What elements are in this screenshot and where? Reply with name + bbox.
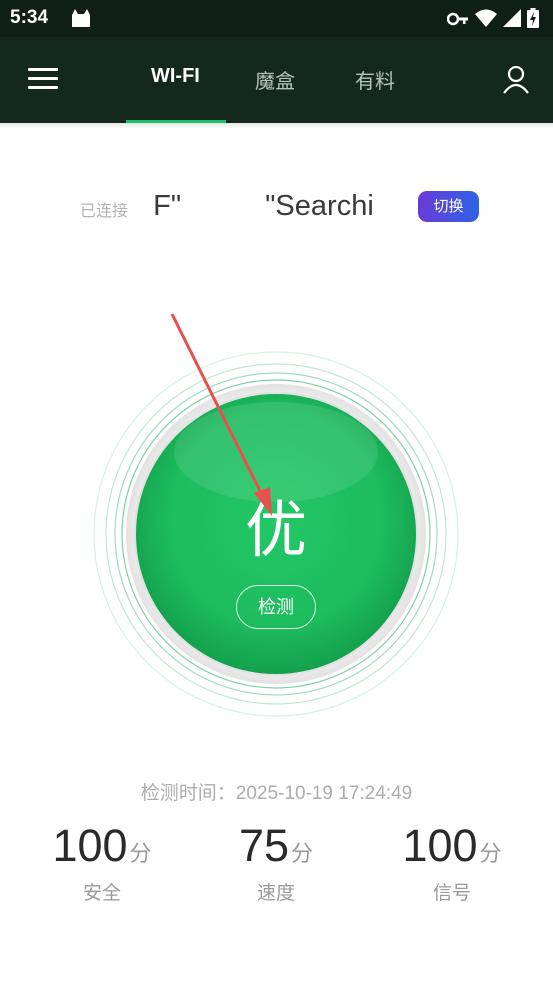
status-icons	[446, 8, 539, 32]
status-bar: 5:34	[0, 0, 553, 37]
app-bar-shadow	[0, 123, 553, 129]
switch-network-button[interactable]: 切换	[418, 191, 479, 222]
stat-security: 100分 安全	[27, 820, 177, 905]
stat-unit: 分	[291, 842, 314, 867]
stat-label: 安全	[82, 882, 121, 904]
stat-unit: 分	[479, 842, 502, 867]
wifi-icon	[475, 9, 497, 31]
tab-mohe[interactable]: 魔盒	[255, 65, 295, 94]
vpn-key-icon	[446, 11, 469, 30]
ssid-text: "Searchi	[265, 190, 374, 222]
stat-value: 100	[402, 820, 478, 871]
cat-notification-icon	[70, 9, 92, 31]
tab-youliao[interactable]: 有料	[355, 65, 395, 94]
status-time: 5:34	[10, 7, 49, 28]
stat-signal: 100分 信号	[377, 820, 527, 905]
user-profile-icon[interactable]	[503, 65, 529, 98]
stat-label: 速度	[256, 882, 295, 904]
tab-wifi[interactable]: WI-FI	[151, 65, 200, 88]
check-timestamp: 检测时间：2025-10-19 17:24:49	[140, 783, 413, 804]
cell-signal-icon	[503, 9, 521, 31]
stat-value: 100	[52, 820, 128, 871]
network-quality-result: 优	[244, 493, 307, 566]
stat-unit: 分	[129, 842, 152, 867]
stat-value: 75	[238, 820, 290, 871]
stat-speed: 75分 速度	[201, 820, 351, 905]
stat-label: 信号	[432, 882, 471, 904]
menu-icon[interactable]	[28, 68, 58, 94]
ssid-text: uF"	[155, 190, 182, 222]
check-button[interactable]: 检测	[236, 585, 316, 629]
connection-status-label: 已连接	[80, 201, 129, 220]
ssid-marquee: uF" "Searchi	[155, 188, 398, 230]
battery-charging-icon	[527, 8, 539, 32]
app-bar: WI-FI 魔盒 有料	[0, 37, 553, 123]
